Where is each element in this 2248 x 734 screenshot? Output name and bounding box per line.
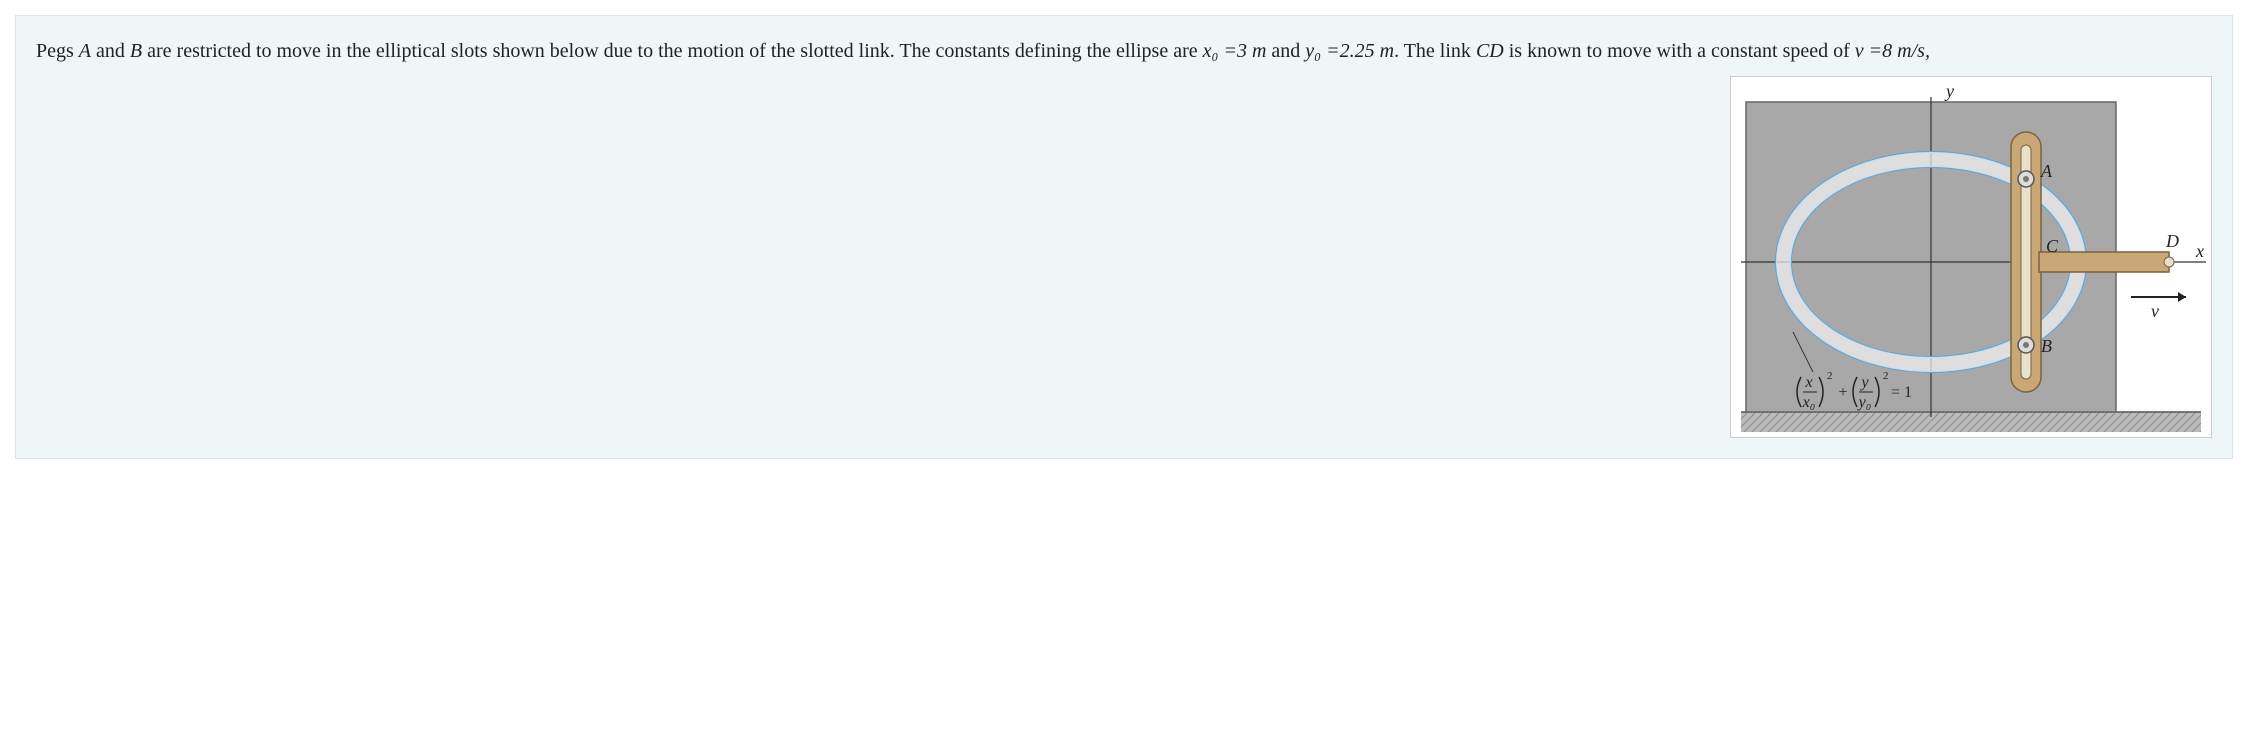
variable-B: B — [130, 40, 142, 62]
eq-y0: y₀ =2.25 m — [1305, 40, 1394, 62]
formula-y0: y₀ — [1857, 394, 1872, 411]
variable-CD: CD — [1476, 40, 1504, 62]
text-segment: are restricted to move in the elliptical… — [142, 40, 1203, 62]
problem-statement: Pegs A and B are restricted to move in t… — [36, 36, 2212, 66]
formula-x: x — [1804, 374, 1812, 391]
label-v: v — [2151, 301, 2159, 321]
text-segment: . The link — [1394, 40, 1476, 62]
formula-y: y — [1859, 374, 1869, 391]
formula-exp-2: 2 — [1883, 370, 1889, 382]
text-segment: and — [1266, 40, 1305, 62]
formula-plus: + — [1838, 384, 1847, 401]
formula-x0: x₀ — [1802, 394, 1816, 411]
eq-v: v =8 m/s, — [1855, 40, 1930, 62]
axis-label-x: x — [2195, 241, 2204, 261]
text-segment: is known to move with a constant speed o… — [1504, 40, 1855, 62]
diagram-wrapper: y x — [36, 76, 2212, 438]
eq-x0: x₀ =3 m — [1203, 40, 1267, 62]
formula-exp-1: 2 — [1827, 370, 1833, 382]
variable-A: A — [79, 40, 91, 62]
problem-container: Pegs A and B are restricted to move in t… — [15, 15, 2233, 459]
text-segment: Pegs — [36, 40, 79, 62]
text-segment: and — [91, 40, 130, 62]
axis-label-y: y — [1944, 81, 1954, 101]
label-D: D — [2165, 231, 2179, 251]
mechanics-diagram: y x — [1730, 76, 2212, 438]
label-A: A — [2040, 161, 2053, 181]
label-C: C — [2046, 236, 2059, 256]
label-B: B — [2041, 336, 2052, 356]
formula-eq1: = 1 — [1891, 384, 1912, 401]
